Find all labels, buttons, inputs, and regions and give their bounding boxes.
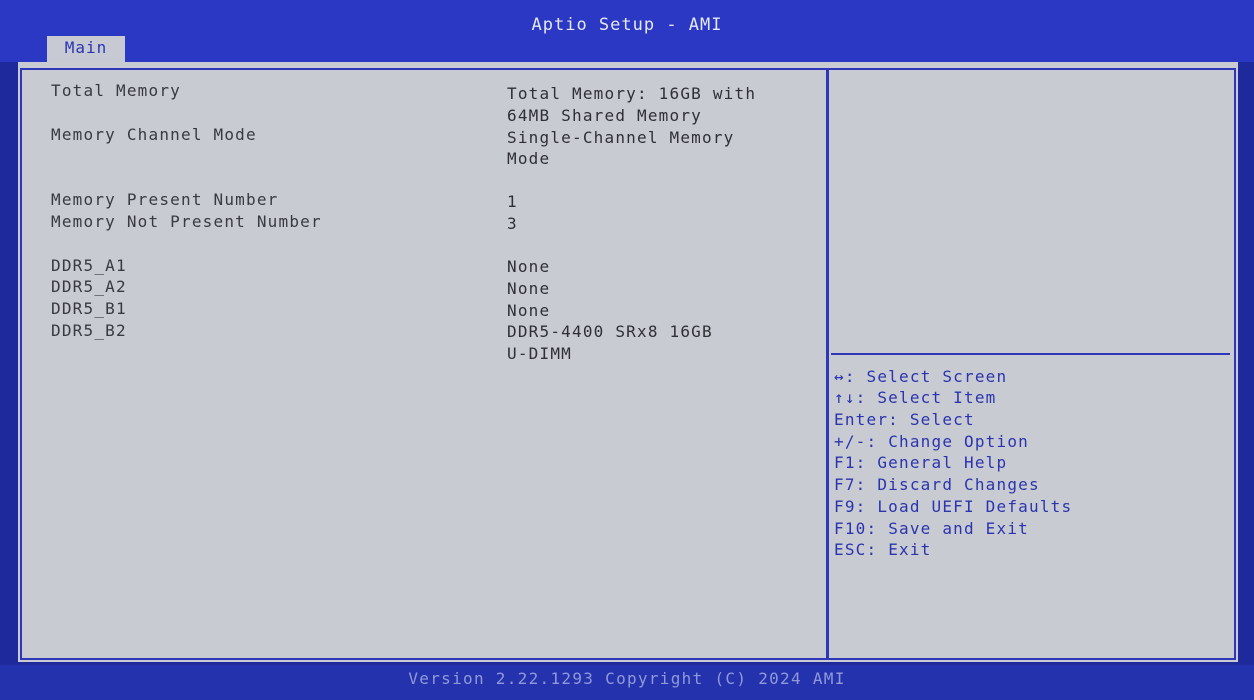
vertical-divider <box>826 70 829 658</box>
value-memory-present-number: 1 <box>507 192 518 211</box>
help-key: F7: <box>834 475 867 494</box>
help-text: Discard Changes <box>877 475 1040 494</box>
help-item-enter: Enter: Select <box>834 409 975 431</box>
help-text: Select Item <box>877 388 997 407</box>
value-memory-channel-mode-line1: Single-Channel Memory <box>507 128 735 147</box>
value-total-memory-line2: 64MB Shared Memory <box>507 106 702 125</box>
help-item-change-option: +/-: Change Option <box>834 431 1029 453</box>
value-ddr5-a2: None <box>507 279 551 298</box>
value-ddr5-a1: None <box>507 257 551 276</box>
window-title: Aptio Setup - AMI <box>531 15 723 35</box>
help-key: F10: <box>834 519 878 538</box>
label-ddr5-a2[interactable]: DDR5_A2 <box>51 276 127 298</box>
help-text: Select <box>909 410 975 429</box>
label-ddr5-a1[interactable]: DDR5_A1 <box>51 255 127 277</box>
help-key: F1: <box>834 453 867 472</box>
tab-main[interactable]: Main <box>47 36 125 62</box>
value-total-memory-line1: Total Memory: 16GB with <box>507 84 757 103</box>
value-ddr5-b1: None <box>507 301 551 320</box>
label-memory-not-present-number[interactable]: Memory Not Present Number <box>51 211 322 233</box>
label-memory-channel-mode[interactable]: Memory Channel Mode <box>51 124 257 146</box>
version-copyright: Version 2.22.1293 Copyright (C) 2024 AMI <box>408 669 846 688</box>
label-total-memory[interactable]: Total Memory <box>51 80 181 102</box>
panel-frame <box>20 68 1236 660</box>
label-ddr5-b2[interactable]: DDR5_B2 <box>51 320 127 342</box>
help-text: Select Screen <box>866 367 1008 386</box>
help-item-select-item: ↑↓: Select Item <box>834 387 997 409</box>
help-key: ESC: <box>834 540 878 559</box>
value-ddr5-b2-line2: U-DIMM <box>507 344 572 363</box>
bios-screen: Aptio Setup - AMI Main Total Memory Memo… <box>0 0 1254 700</box>
help-text: Change Option <box>888 432 1030 451</box>
help-key: Enter: <box>834 410 899 429</box>
help-key: F9: <box>834 497 867 516</box>
value-memory-not-present-number: 3 <box>507 214 518 233</box>
help-text: General Help <box>877 453 1008 472</box>
help-divider <box>831 353 1230 355</box>
help-text: Save and Exit <box>888 519 1030 538</box>
label-ddr5-b1[interactable]: DDR5_B1 <box>51 298 127 320</box>
label-memory-present-number[interactable]: Memory Present Number <box>51 189 279 211</box>
help-item-general-help: F1: General Help <box>834 452 1007 474</box>
help-item-select-screen: ↔: Select Screen <box>834 366 1007 388</box>
help-item-save-exit: F10: Save and Exit <box>834 518 1029 540</box>
up-down-arrow-icon: ↑↓: <box>834 388 867 407</box>
help-item-discard-changes: F7: Discard Changes <box>834 474 1040 496</box>
help-item-exit: ESC: Exit <box>834 539 932 561</box>
help-key: +/-: <box>834 432 878 451</box>
help-text: Load UEFI Defaults <box>877 497 1073 516</box>
value-memory-channel-mode-line2: Mode <box>507 149 551 168</box>
left-right-arrow-icon: ↔: <box>834 367 856 386</box>
value-ddr5-b2-line1: DDR5-4400 SRx8 16GB <box>507 322 713 341</box>
help-text: Exit <box>888 540 932 559</box>
help-item-load-defaults: F9: Load UEFI Defaults <box>834 496 1072 518</box>
